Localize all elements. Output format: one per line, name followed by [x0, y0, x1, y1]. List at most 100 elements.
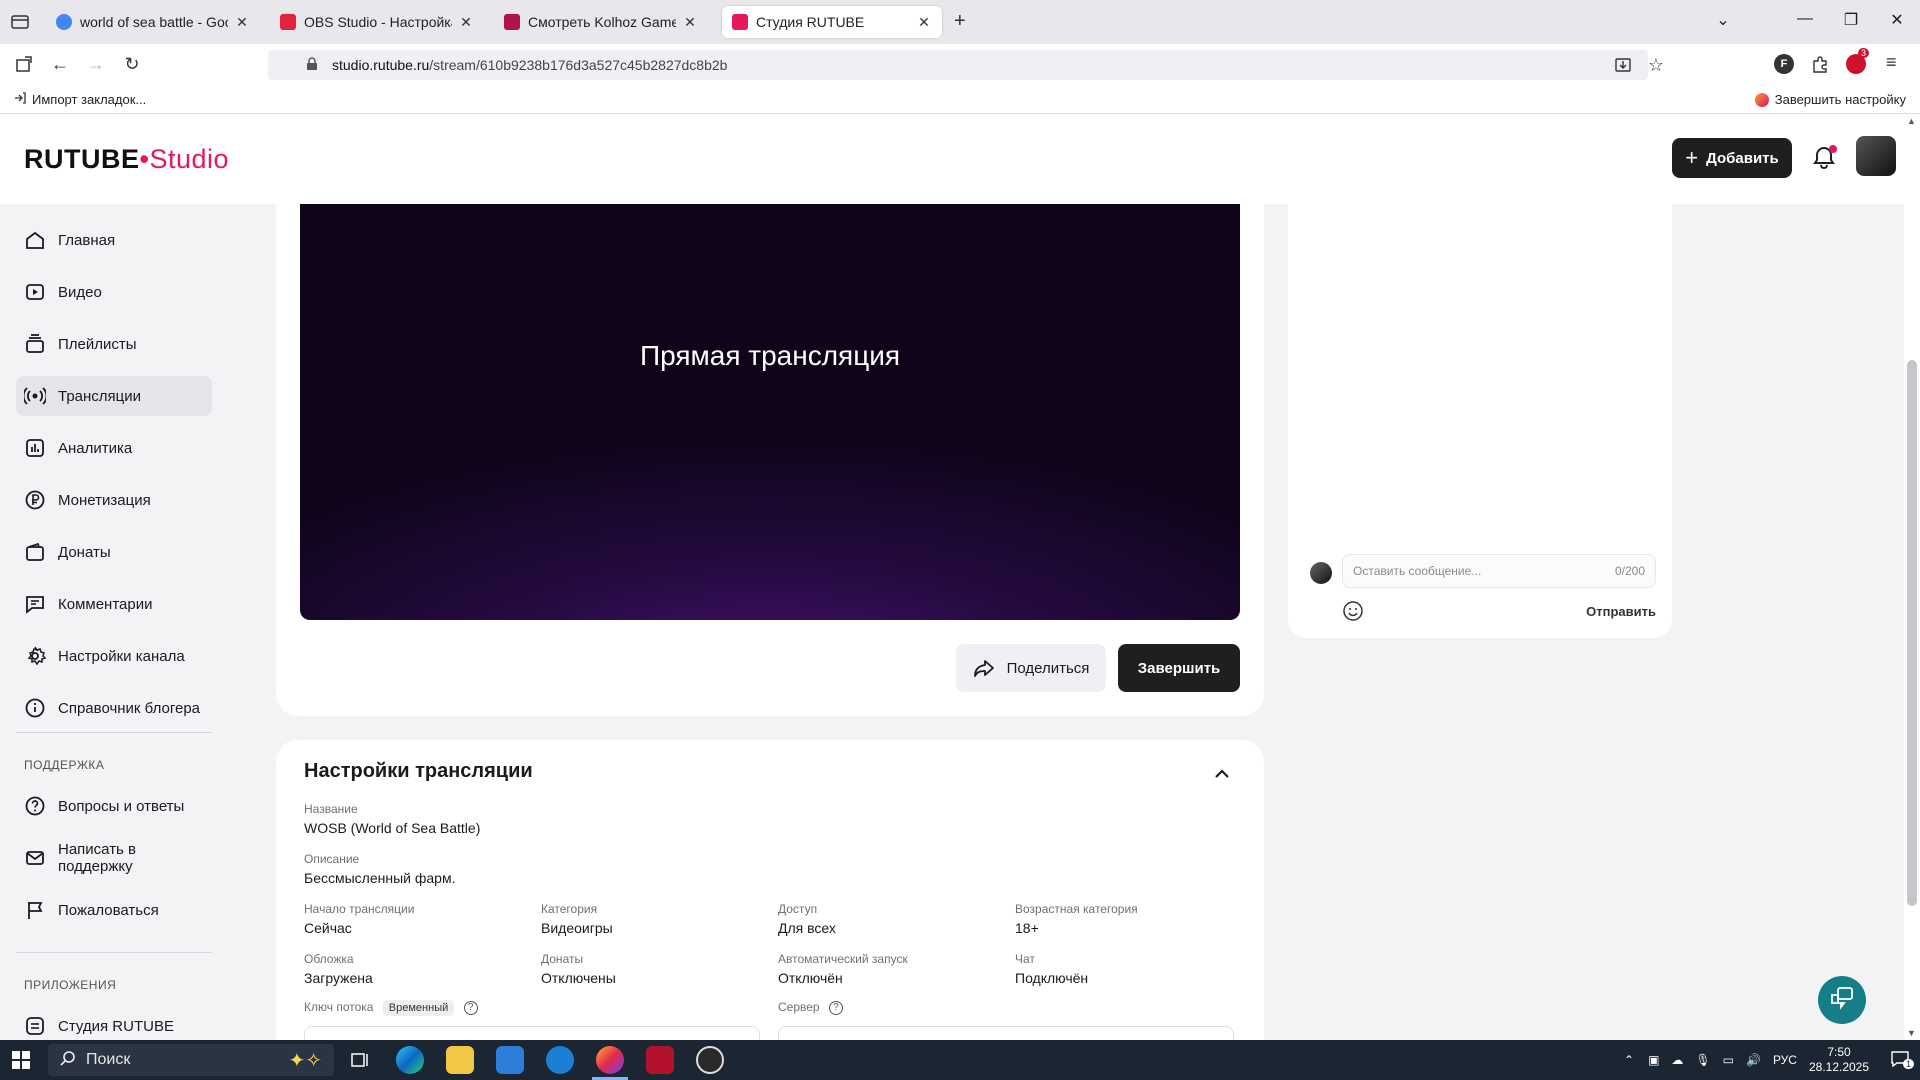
sidebar-item-broadcasts[interactable]: Трансляции — [16, 376, 212, 416]
browser-tab-obs[interactable]: OBS Studio - Настройка Обс д ✕ — [270, 6, 484, 38]
sidebar-item-write-support[interactable]: Написать в поддержку — [16, 838, 212, 878]
sidebar-item-home[interactable]: Главная — [16, 220, 212, 260]
sidebar-item-channel-settings[interactable]: Настройки канала — [16, 636, 212, 676]
task-view-icon[interactable] — [346, 1046, 374, 1074]
forward-icon[interactable]: → — [84, 52, 108, 76]
finish-button-label: Завершить — [1137, 659, 1221, 677]
scroll-thumb[interactable] — [1907, 360, 1917, 906]
tray-overflow-chevron-icon[interactable]: ⌃ — [1624, 1053, 1634, 1067]
help-question-icon[interactable]: ? — [463, 1000, 478, 1015]
field-label: Название — [304, 802, 358, 816]
sidebar-item-faq[interactable]: Вопросы и ответы — [16, 786, 212, 826]
tab-list-icon[interactable] — [10, 12, 30, 37]
store-icon[interactable] — [496, 1046, 524, 1074]
sidebar-item-analytics[interactable]: Аналитика — [16, 428, 212, 468]
share-icon — [973, 658, 995, 678]
close-icon[interactable]: ✕ — [458, 14, 474, 31]
notification-center-icon[interactable]: 1 — [1891, 1050, 1915, 1070]
chat-bubbles-icon — [1829, 985, 1855, 1016]
sidebar-heading-apps: ПРИЛОЖЕНИЯ — [24, 978, 117, 992]
import-icon — [14, 92, 26, 107]
browser-tab-google[interactable]: world of sea battle - Google Se ✕ — [46, 6, 260, 38]
wosb-game-icon[interactable] — [646, 1046, 674, 1074]
field-value: Бессмысленный фарм. — [304, 870, 456, 886]
finish-stream-button[interactable]: Завершить — [1118, 644, 1240, 692]
share-button[interactable]: Поделиться — [956, 644, 1106, 692]
notifications-bell-icon[interactable] — [1810, 144, 1838, 172]
finish-setup-link[interactable]: Завершить настройку — [1754, 92, 1906, 107]
save-page-icon[interactable] — [1614, 56, 1632, 77]
rutube-studio-logo[interactable]: RUTUBE•Studio — [24, 144, 229, 175]
obs-icon[interactable] — [696, 1046, 724, 1074]
user-avatar[interactable] — [1856, 136, 1896, 176]
reload-icon[interactable]: ↻ — [120, 52, 144, 76]
camera-icon[interactable]: ▣ — [1648, 1053, 1659, 1067]
tab-title: world of sea battle - Google Se — [80, 14, 228, 30]
tab-overflow-chevron-icon[interactable]: ⌄ — [1708, 10, 1738, 30]
stream-preview-title: Прямая трансляция — [639, 340, 901, 371]
sidebar-item-report[interactable]: Пожаловаться — [16, 890, 212, 930]
chevron-up-icon[interactable] — [1210, 762, 1234, 786]
address-bar[interactable]: studio.rutube.ru /stream/610b9238b176d3a… — [268, 50, 1664, 80]
extension-f-icon[interactable]: F — [1774, 54, 1794, 74]
menu-icon[interactable]: ≡ — [1886, 52, 1897, 73]
support-chat-button[interactable] — [1818, 976, 1866, 1024]
sidebar-item-comments[interactable]: Комментарии — [16, 584, 212, 624]
sidebar-toggle-icon[interactable] — [12, 52, 36, 76]
windows-start-icon[interactable] — [12, 1051, 30, 1072]
cloud-icon[interactable]: ☁ — [1671, 1053, 1683, 1067]
bookmarks-bar: Импорт закладок... Завершить настройку — [0, 84, 1920, 114]
field-description: Описание Бессмысленный фарм. — [304, 852, 455, 886]
language-indicator[interactable]: РУС — [1773, 1053, 1797, 1067]
sidebar-item-donates[interactable]: Донаты — [16, 532, 212, 572]
file-explorer-icon[interactable] — [446, 1046, 474, 1074]
wallet-icon — [24, 541, 46, 563]
back-icon[interactable]: ← — [48, 52, 72, 76]
browser-nav-bar: ← → ↻ studio.rutube.ru /stream/610b9238b… — [0, 44, 1920, 84]
chat-input-placeholder: Оставить сообщение... — [1353, 564, 1482, 578]
temporary-badge: Временный — [382, 1000, 455, 1016]
field-label: Донаты — [541, 952, 584, 966]
volume-icon[interactable]: 🔊 — [1746, 1053, 1761, 1067]
chat-message-input[interactable]: Оставить сообщение... 0/200 — [1342, 554, 1656, 588]
add-button-label: Добавить — [1706, 149, 1779, 167]
stream-preview[interactable]: Прямая трансляция — [300, 204, 1240, 620]
page-scrollbar[interactable]: ▲ ▼ — [1904, 114, 1920, 1040]
sidebar-item-playlists[interactable]: Плейлисты — [16, 324, 212, 364]
sidebar-item-blogger-guide[interactable]: Справочник блогера — [16, 688, 212, 728]
close-icon[interactable]: ✕ — [234, 14, 250, 31]
restore-icon[interactable]: ❐ — [1836, 10, 1866, 30]
sidebar-item-video[interactable]: Видео — [16, 272, 212, 312]
close-icon[interactable]: ✕ — [916, 14, 932, 31]
new-tab-icon[interactable]: + — [954, 10, 966, 33]
network-icon[interactable]: ▭ — [1723, 1053, 1734, 1067]
minimize-icon[interactable]: — — [1790, 10, 1820, 28]
field-chat: Чат Подключён — [1015, 952, 1088, 986]
edge-icon[interactable] — [396, 1046, 424, 1074]
scroll-down-icon[interactable]: ▼ — [1907, 1028, 1916, 1038]
bookmark-star-icon[interactable]: ☆ — [1648, 55, 1664, 76]
mic-icon[interactable]: 🎙 — [1695, 1053, 1710, 1067]
browser-tab-studio[interactable]: Студия RUTUBE ✕ — [722, 6, 942, 38]
help-question-icon[interactable]: ? — [828, 1000, 843, 1015]
extension-adblock-icon[interactable]: 3 — [1846, 48, 1870, 74]
import-bookmarks-link[interactable]: Импорт закладок... — [14, 92, 146, 107]
broadcast-icon — [24, 385, 46, 407]
add-button[interactable]: + Добавить — [1672, 138, 1792, 178]
window-close-icon[interactable]: ✕ — [1882, 10, 1912, 30]
firefox-taskbar-icon[interactable] — [596, 1046, 624, 1074]
clock[interactable]: 7:50 28.12.2025 — [1809, 1045, 1869, 1075]
logo-dot: • — [139, 144, 150, 174]
scroll-up-icon[interactable]: ▲ — [1907, 116, 1916, 126]
sidebar-item-monetization[interactable]: Монетизация — [16, 480, 212, 520]
taskbar-search[interactable]: Поиск ✦✧ — [48, 1044, 334, 1076]
mail-app-icon[interactable] — [546, 1046, 574, 1074]
search-icon — [60, 1050, 76, 1071]
playlist-icon — [24, 333, 46, 355]
sidebar-item-label: Вопросы и ответы — [58, 797, 185, 815]
extensions-puzzle-icon[interactable] — [1810, 54, 1830, 79]
emoji-icon[interactable] — [1342, 600, 1364, 622]
browser-tab-kolhoz[interactable]: Смотреть Kolhoz Games на RU ✕ — [494, 6, 708, 38]
chat-send-button[interactable]: Отправить — [1586, 604, 1656, 619]
close-icon[interactable]: ✕ — [682, 14, 698, 31]
